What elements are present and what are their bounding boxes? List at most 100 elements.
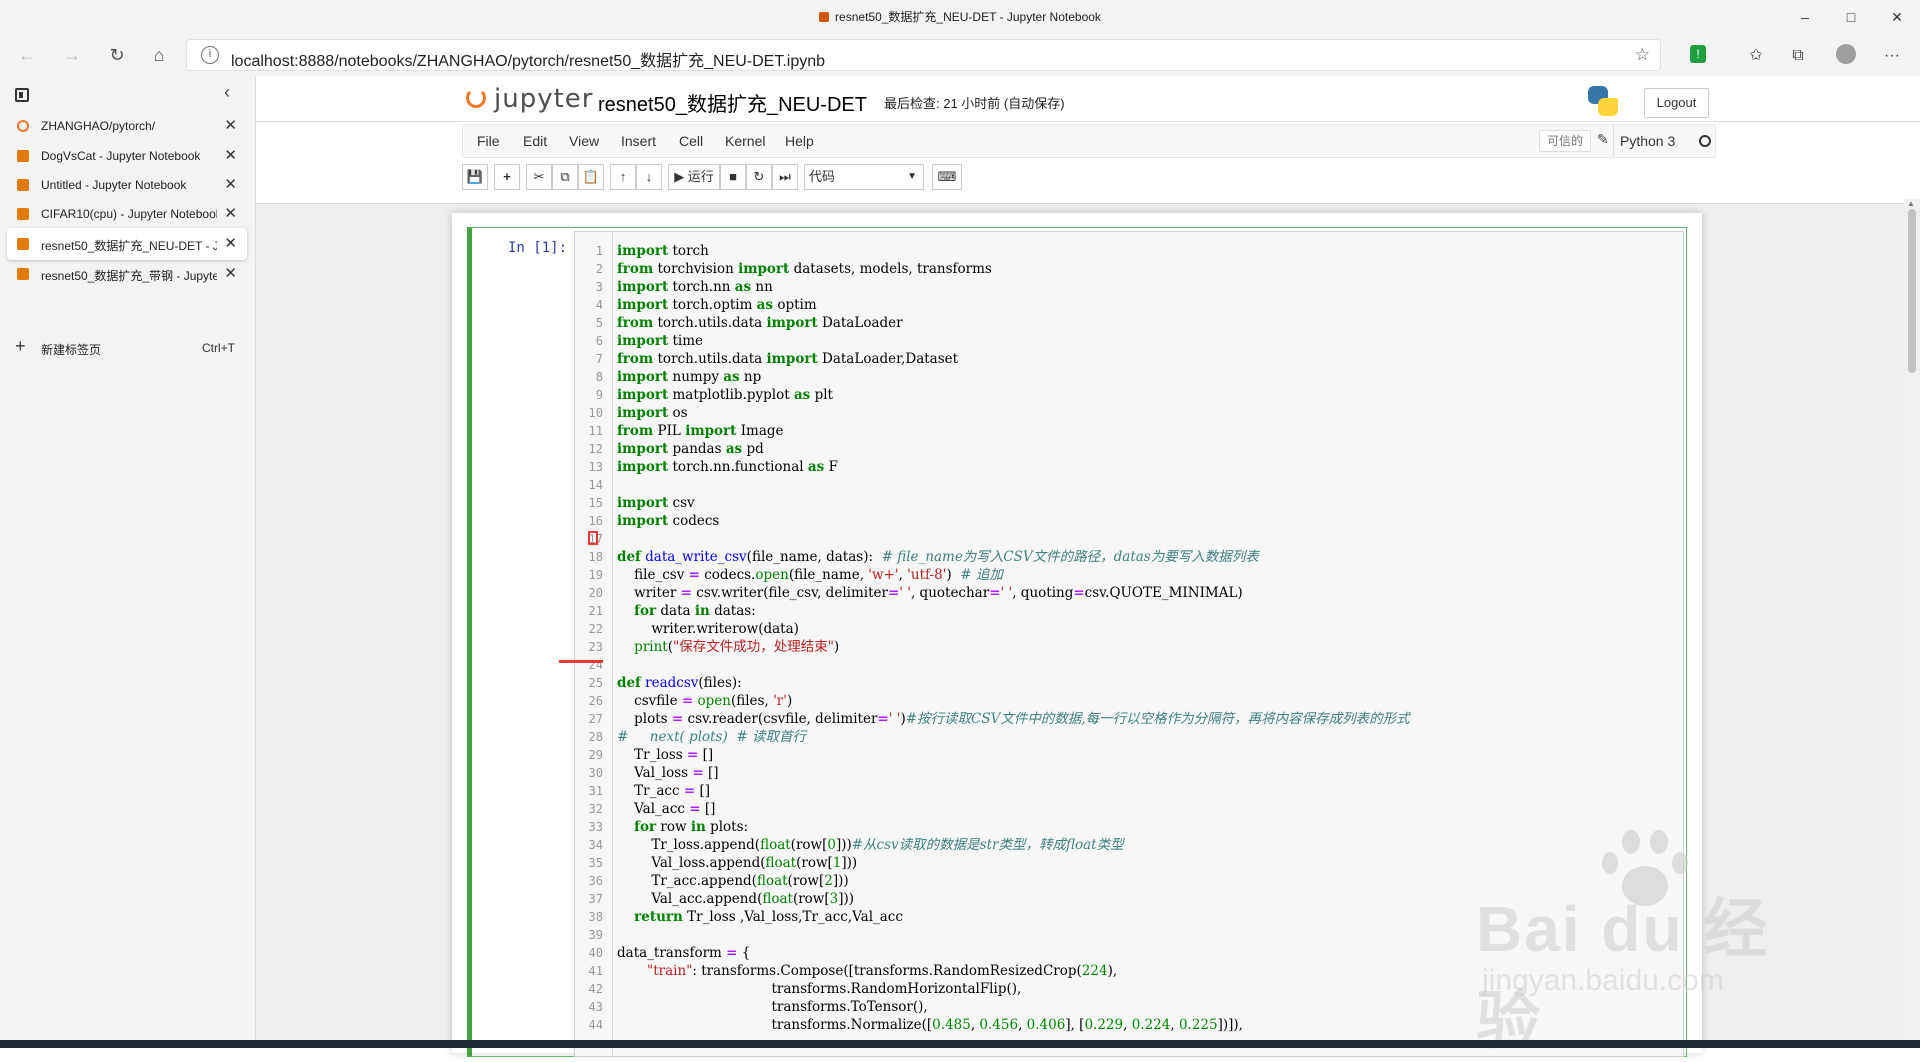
maximize-button[interactable]: □ [1828, 4, 1874, 30]
close-tab-icon[interactable]: ✕ [224, 175, 237, 193]
menu-help[interactable]: Help [785, 133, 814, 149]
vertical-scrollbar[interactable]: ▲ [1904, 199, 1920, 1048]
tab-item-active[interactable]: resnet50_数据扩充_NEU-DET - Jupyter Notebook… [7, 228, 247, 260]
code-line[interactable]: 7 from torch.utils.data import DataLoader… [575, 350, 1683, 368]
cell-type-select[interactable]: 代码 ▼ [804, 164, 924, 190]
cell-prompt: In [1]: [508, 240, 568, 256]
restart-icon[interactable]: ↻ [746, 164, 772, 190]
code-line[interactable]: 27 plots = csv.reader(csvfile, delimiter… [575, 710, 1683, 728]
home-icon[interactable]: ⌂ [144, 42, 174, 68]
menu-view[interactable]: View [569, 133, 599, 149]
minimize-button[interactable]: – [1782, 4, 1828, 30]
tab-item[interactable]: CIFAR10(cpu) - Jupyter Notebook ✕ [7, 198, 247, 230]
collapse-sidebar-icon[interactable]: ‹ [224, 82, 230, 103]
close-tab-icon[interactable]: ✕ [224, 234, 237, 252]
code-text: Tr_loss = [] [617, 747, 714, 763]
code-line[interactable]: 6 import time [575, 332, 1683, 350]
code-line[interactable]: 11 from PIL import Image [575, 422, 1683, 440]
tab-label: DogVsCat - Jupyter Notebook [41, 149, 201, 163]
menu-insert[interactable]: Insert [621, 133, 656, 149]
code-line[interactable]: 14 [575, 476, 1683, 494]
tab-actions-icon[interactable] [15, 88, 29, 102]
code-line[interactable]: 15 import csv [575, 494, 1683, 512]
scrollbar-thumb[interactable] [1908, 209, 1916, 373]
url-field[interactable]: i localhost:8888/notebooks/ZHANGHAO/pyto… [186, 39, 1661, 71]
menu-cell[interactable]: Cell [679, 133, 703, 149]
line-number: 13 [588, 460, 603, 474]
code-line[interactable]: 22 writer.writerow(data) [575, 620, 1683, 638]
line-number: 10 [588, 406, 603, 420]
baidu-jingyan-watermark: Bai du 经验 jingyan.baidu.com [1462, 830, 1812, 1057]
close-window-button[interactable]: ✕ [1874, 4, 1920, 30]
code-line[interactable]: 5 from torch.utils.data import DataLoader [575, 314, 1683, 332]
site-info-icon[interactable]: i [201, 46, 219, 64]
keyboard-icon[interactable]: ⌨ [932, 164, 962, 190]
line-number: 29 [588, 748, 603, 762]
code-line[interactable]: 17 [575, 530, 1683, 548]
move-up-icon[interactable]: ↑ [610, 164, 636, 190]
stop-icon[interactable]: ■ [720, 164, 746, 190]
code-line[interactable]: 24 [575, 656, 1683, 674]
paste-icon[interactable]: 📋 [578, 164, 604, 190]
run-button[interactable]: ▶ 运行 [668, 164, 720, 190]
menubar-container: File Edit View Insert Cell Kernel Help 可… [256, 122, 1920, 204]
tab-item[interactable]: Untitled - Jupyter Notebook ✕ [7, 169, 247, 201]
tab-item[interactable]: DogVsCat - Jupyter Notebook ✕ [7, 140, 247, 172]
code-line[interactable]: 30 Val_loss = [] [575, 764, 1683, 782]
code-line[interactable]: 32 Val_acc = [] [575, 800, 1683, 818]
line-number: 31 [588, 784, 603, 798]
close-tab-icon[interactable]: ✕ [224, 204, 237, 222]
copy-icon[interactable]: ⧉ [552, 164, 578, 190]
code-line[interactable]: 29 Tr_loss = [] [575, 746, 1683, 764]
save-icon[interactable]: 💾 [462, 164, 488, 190]
code-line[interactable]: 26 csvfile = open(files, 'r') [575, 692, 1683, 710]
menu-edit[interactable]: Edit [523, 133, 547, 149]
menu-kernel[interactable]: Kernel [725, 133, 765, 149]
close-tab-icon[interactable]: ✕ [224, 264, 237, 282]
tab-item[interactable]: resnet50_数据扩充_带钢 - Jupyter Notebook ✕ [7, 258, 247, 290]
code-line[interactable]: 19 file_csv = codecs.open(file_name, 'w+… [575, 566, 1683, 584]
collections-icon[interactable]: ⧉ [1784, 43, 1812, 69]
extension-icon[interactable]: ! [1684, 41, 1712, 67]
code-line[interactable]: 8 import numpy as np [575, 368, 1683, 386]
edit-pencil-icon[interactable]: ✎ [1597, 131, 1609, 148]
scroll-up-icon[interactable]: ▲ [1907, 199, 1915, 208]
fast-forward-icon[interactable]: ⏭ [772, 164, 798, 190]
tab-item[interactable]: ZHANGHAO/pytorch/ ✕ [7, 110, 247, 142]
code-line[interactable]: 10 import os [575, 404, 1683, 422]
code-line[interactable]: 9 import matplotlib.pyplot as plt [575, 386, 1683, 404]
close-tab-icon[interactable]: ✕ [224, 116, 237, 134]
more-menu-icon[interactable]: ··· [1878, 43, 1906, 69]
code-line[interactable]: 1 import torch [575, 242, 1683, 260]
code-text: import numpy as np [617, 369, 762, 385]
close-tab-icon[interactable]: ✕ [224, 146, 237, 164]
favorite-star-icon[interactable]: ☆ [1635, 45, 1650, 65]
code-line[interactable]: 21 for data in datas: [575, 602, 1683, 620]
move-down-icon[interactable]: ↓ [636, 164, 662, 190]
code-line[interactable]: 28 # next( plots) # 读取首行 [575, 728, 1683, 746]
url-text[interactable]: localhost:8888/notebooks/ZHANGHAO/pytorc… [231, 47, 825, 71]
insert-cell-icon[interactable]: + [494, 164, 520, 190]
trusted-badge[interactable]: 可信的 [1539, 130, 1591, 152]
back-arrow-icon[interactable]: ← [12, 42, 42, 68]
code-line[interactable]: 20 writer = csv.writer(file_csv, delimit… [575, 584, 1683, 602]
cut-icon[interactable]: ✂ [526, 164, 552, 190]
code-line[interactable]: 31 Tr_acc = [] [575, 782, 1683, 800]
favorites-icon[interactable]: ✩ [1742, 43, 1770, 69]
code-line[interactable]: 3 import torch.nn as nn [575, 278, 1683, 296]
forward-arrow-icon[interactable]: → [57, 42, 87, 68]
logout-button[interactable]: Logout [1644, 88, 1709, 118]
menu-file[interactable]: File [477, 133, 500, 149]
new-tab-button[interactable]: + 新建标签页 Ctrl+T [7, 334, 247, 362]
code-line[interactable]: 2 from torchvision import datasets, model… [575, 260, 1683, 278]
profile-avatar-icon[interactable] [1832, 43, 1860, 69]
code-line[interactable]: 18 def data_write_csv(file_name, datas): … [575, 548, 1683, 566]
code-line[interactable]: 12 import pandas as pd [575, 440, 1683, 458]
code-line[interactable]: 13 import torch.nn.functional as F [575, 458, 1683, 476]
code-line[interactable]: 4 import torch.optim as optim [575, 296, 1683, 314]
notebook-name[interactable]: resnet50_数据扩充_NEU-DET [598, 88, 867, 117]
code-line[interactable]: 16 import codecs [575, 512, 1683, 530]
code-line[interactable]: 25 def readcsv(files): [575, 674, 1683, 692]
code-line[interactable]: 23 print("保存文件成功，处理结束") [575, 638, 1683, 656]
refresh-icon[interactable]: ↻ [102, 42, 132, 68]
